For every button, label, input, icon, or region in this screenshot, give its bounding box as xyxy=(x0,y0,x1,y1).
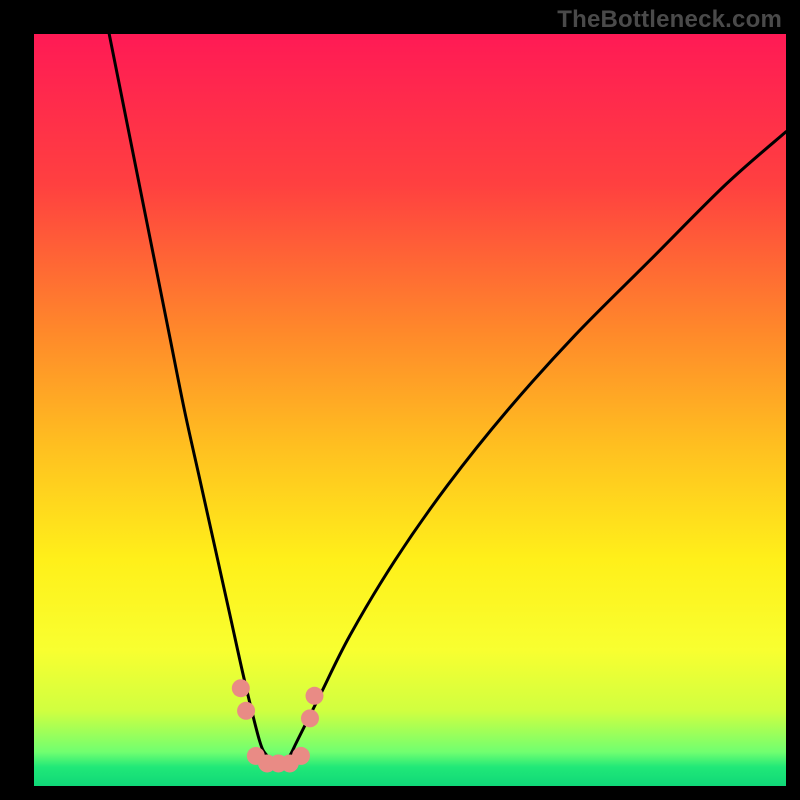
chart-stage: TheBottleneck.com xyxy=(0,0,800,800)
watermark-text: TheBottleneck.com xyxy=(557,6,782,34)
plot-background xyxy=(34,34,786,786)
curve-marker xyxy=(232,679,250,697)
curve-marker xyxy=(305,687,323,705)
curve-marker xyxy=(237,702,255,720)
bottleneck-chart xyxy=(0,0,800,800)
curve-marker xyxy=(301,709,319,727)
curve-marker xyxy=(292,747,310,765)
